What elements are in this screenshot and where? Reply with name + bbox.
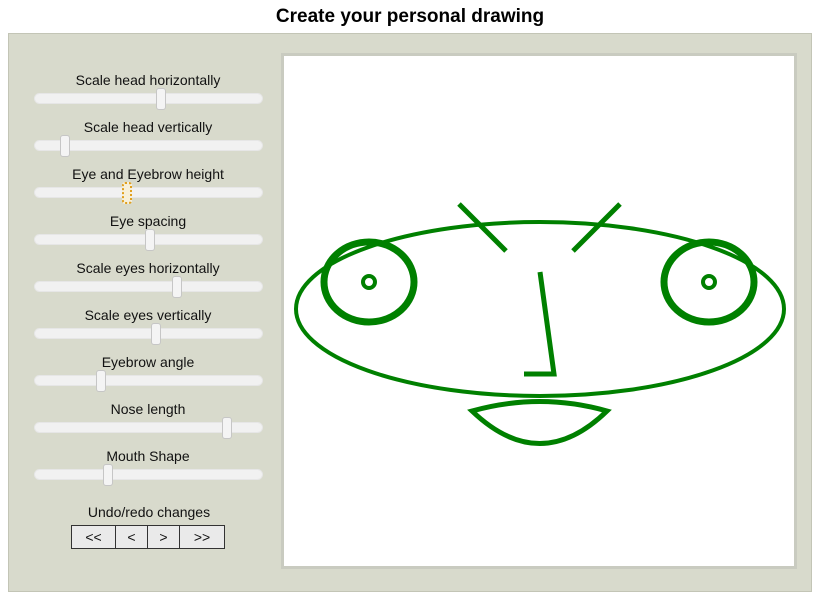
slider-label: Scale eyes vertically: [84, 307, 212, 323]
page-title: Create your personal drawing: [275, 6, 545, 27]
slider-thumb[interactable]: [222, 417, 233, 439]
face-drawing: [294, 202, 786, 446]
slider-track[interactable]: [34, 182, 263, 204]
right-eye-outline: [660, 238, 758, 326]
slider-nose-length: Nose length: [33, 401, 265, 445]
slider-label: Eyebrow angle: [101, 354, 195, 370]
slider-label: Scale head vertically: [83, 119, 213, 135]
slider-thumb[interactable]: [121, 182, 132, 204]
left-pupil: [361, 274, 377, 290]
slider-label: Mouth Shape: [106, 448, 190, 464]
right-pupil: [701, 274, 717, 290]
slider-label: Scale eyes horizontally: [76, 260, 220, 276]
slider-label: Nose length: [110, 401, 186, 417]
slider-thumb[interactable]: [144, 229, 155, 251]
slider-track[interactable]: [34, 88, 263, 110]
slider-thumb[interactable]: [96, 370, 107, 392]
redo-all-button[interactable]: >>: [180, 526, 224, 548]
controls-panel: Scale head horizontally Scale head verti…: [9, 34, 281, 591]
redo-button[interactable]: >: [148, 526, 180, 548]
undo-redo-buttons: << < > >>: [71, 525, 225, 549]
nose: [524, 271, 557, 377]
undo-button[interactable]: <: [116, 526, 148, 548]
slider-thumb[interactable]: [59, 135, 70, 157]
slider-track[interactable]: [34, 135, 263, 157]
slider-track[interactable]: [34, 417, 263, 439]
slider-scale-head-horizontally: Scale head horizontally: [33, 72, 265, 116]
head-outline: [294, 220, 786, 398]
slider-track[interactable]: [34, 323, 263, 345]
slider-scale-eyes-vertically: Scale eyes vertically: [33, 307, 265, 351]
slider-eyebrow-angle: Eyebrow angle: [33, 354, 265, 398]
slider-track[interactable]: [34, 370, 263, 392]
slider-mouth-shape: Mouth Shape: [33, 448, 265, 492]
undo-all-button[interactable]: <<: [72, 526, 116, 548]
slider-label: Eye and Eyebrow height: [72, 166, 224, 182]
slider-thumb[interactable]: [103, 464, 114, 486]
left-eye-outline: [320, 238, 418, 326]
slider-label: Scale head horizontally: [75, 72, 221, 88]
slider-eye-spacing: Eye spacing: [33, 213, 265, 257]
slider-track[interactable]: [34, 276, 263, 298]
slider-thumb[interactable]: [155, 88, 166, 110]
slider-scale-eyes-horizontally: Scale eyes horizontally: [33, 260, 265, 304]
slider-track[interactable]: [34, 229, 263, 251]
slider-eye-eyebrow-height: Eye and Eyebrow height: [33, 166, 265, 210]
drawing-canvas[interactable]: [281, 53, 797, 569]
slider-track[interactable]: [34, 464, 263, 486]
undo-redo-label: Undo/redo changes: [87, 504, 211, 520]
drawing-panel: Scale head horizontally Scale head verti…: [8, 33, 812, 592]
slider-scale-head-vertically: Scale head vertically: [33, 119, 265, 163]
slider-thumb[interactable]: [151, 323, 162, 345]
slider-label: Eye spacing: [109, 213, 187, 229]
slider-thumb[interactable]: [171, 276, 182, 298]
mouth: [467, 399, 612, 446]
